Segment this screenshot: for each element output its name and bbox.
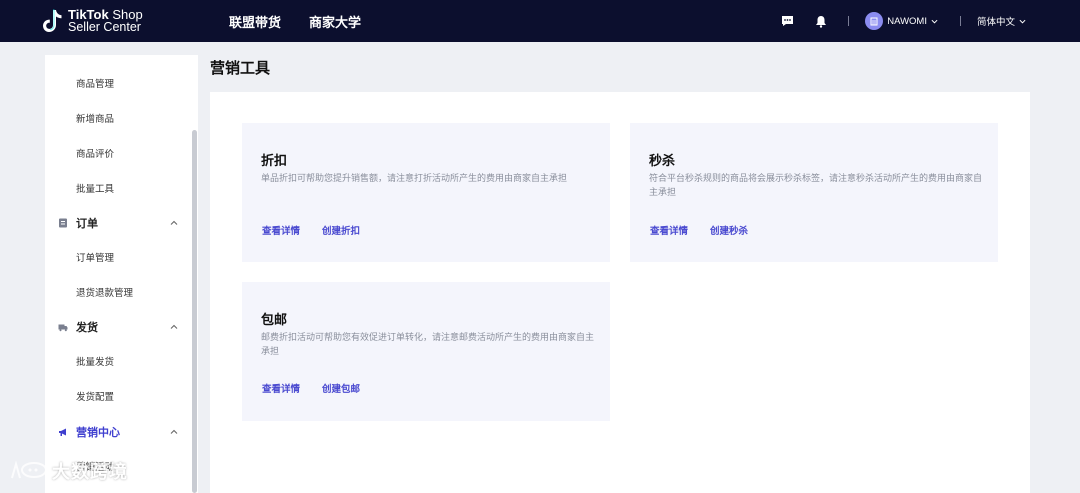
tool-card-flash-sale: 秒杀 符合平台秒杀规则的商品将会展示秒杀标签，请注意秒杀活动所产生的费用由商家自… <box>630 123 998 262</box>
create-flash-sale-link[interactable]: 创建秒杀 <box>710 223 748 237</box>
sidebar-item-bulk-tools[interactable]: 批量工具 <box>76 181 114 195</box>
sidebar-item-add-product[interactable]: 新增商品 <box>76 111 114 125</box>
tool-card-actions: 查看详情 创建包邮 <box>262 381 382 395</box>
tool-card-description: 单品折扣可帮助您提升销售额，请注意打折活动所产生的费用由商家自主承担 <box>261 173 568 183</box>
logo-seller-center-text: Seller Center <box>68 20 141 34</box>
chevron-down-icon <box>931 19 938 24</box>
chevron-up-icon <box>170 220 178 225</box>
language-label: 简体中文 <box>976 17 1015 28</box>
tool-card-actions: 查看详情 创建秒杀 <box>650 223 770 237</box>
clipboard-icon <box>59 218 67 228</box>
sidebar-group-marketing-center[interactable]: 营销中心 <box>58 424 178 440</box>
sidebar-item-order-management[interactable]: 订单管理 <box>76 250 114 264</box>
sidebar-group-label: 营销中心 <box>76 427 120 439</box>
logo-wordmark: TikTok Shop Seller Center <box>68 8 143 34</box>
message-icon[interactable] <box>780 14 794 28</box>
top-nav: 联盟带货 商家大学 <box>229 0 389 42</box>
create-discount-link[interactable]: 创建折扣 <box>322 223 360 237</box>
sidebar-group-orders[interactable]: 订单 <box>58 215 178 231</box>
tool-card-title: 包邮 <box>261 312 288 327</box>
user-name: NAWOMI <box>887 15 927 27</box>
page-title: 营销工具 <box>210 60 271 77</box>
chevron-down-icon <box>1019 19 1026 24</box>
watermark-text: 大数跨境 <box>52 462 128 482</box>
tool-card-free-shipping: 包邮 邮费折扣活动可帮助您有效促进订单转化，请注意邮费活动所产生的费用由商家自主… <box>242 282 610 421</box>
tool-card-title: 折扣 <box>261 153 288 168</box>
tiktok-note-icon <box>42 8 64 34</box>
sidebar-item-product-management[interactable]: 商品管理 <box>76 76 114 90</box>
tool-card-actions: 查看详情 创建折扣 <box>262 223 382 237</box>
truck-icon <box>58 324 68 332</box>
sidebar-item-product-reviews[interactable]: 商品评价 <box>76 146 114 160</box>
chevron-up-icon <box>170 324 178 329</box>
avatar <box>865 12 884 30</box>
tiktok-shop-logo[interactable]: TikTok Shop Seller Center <box>42 5 152 37</box>
watermark-logo-icon <box>11 460 47 479</box>
header-actions: NAWOMI 简体中文 <box>780 0 1080 42</box>
view-details-link[interactable]: 查看详情 <box>262 223 300 237</box>
tool-card-description: 符合平台秒杀规则的商品将会展示秒杀标签，请注意秒杀活动所产生的费用由商家自主承担 <box>649 173 983 197</box>
megaphone-icon <box>59 428 66 436</box>
sidebar-item-bulk-shipping[interactable]: 批量发货 <box>76 354 114 368</box>
create-free-shipping-link[interactable]: 创建包邮 <box>322 381 360 395</box>
top-navigation-bar: TikTok Shop Seller Center 联盟带货 商家大学 NAWO… <box>0 0 1080 42</box>
language-selector[interactable]: 简体中文 <box>977 14 1026 28</box>
view-details-link[interactable]: 查看详情 <box>650 223 688 237</box>
chevron-up-icon <box>170 429 178 434</box>
nav-affiliate[interactable]: 联盟带货 <box>229 12 281 31</box>
tool-card-discount: 折扣 单品折扣可帮助您提升销售额，请注意打折活动所产生的费用由商家自主承担 查看… <box>242 123 610 262</box>
sidebar-item-returns-refunds[interactable]: 退货退款管理 <box>76 285 133 299</box>
sidebar-group-label: 发货 <box>76 322 98 334</box>
bell-icon[interactable] <box>814 14 828 28</box>
sidebar-item-shipping-settings[interactable]: 发货配置 <box>76 389 114 403</box>
sidebar-group-shipping[interactable]: 发货 <box>58 319 178 335</box>
sidebar-group-label: 订单 <box>76 218 98 230</box>
nav-seller-university[interactable]: 商家大学 <box>309 12 361 31</box>
watermark: 大数跨境 <box>8 458 128 484</box>
tool-card-title: 秒杀 <box>649 153 676 168</box>
view-details-link[interactable]: 查看详情 <box>262 381 300 395</box>
tool-card-description: 邮费折扣活动可帮助您有效促进订单转化，请注意邮费活动所产生的费用由商家自主承担 <box>261 332 595 356</box>
header-divider <box>848 16 850 26</box>
sidebar-scrollbar[interactable] <box>192 130 197 493</box>
user-menu[interactable]: NAWOMI <box>865 12 938 30</box>
header-divider <box>959 16 961 26</box>
